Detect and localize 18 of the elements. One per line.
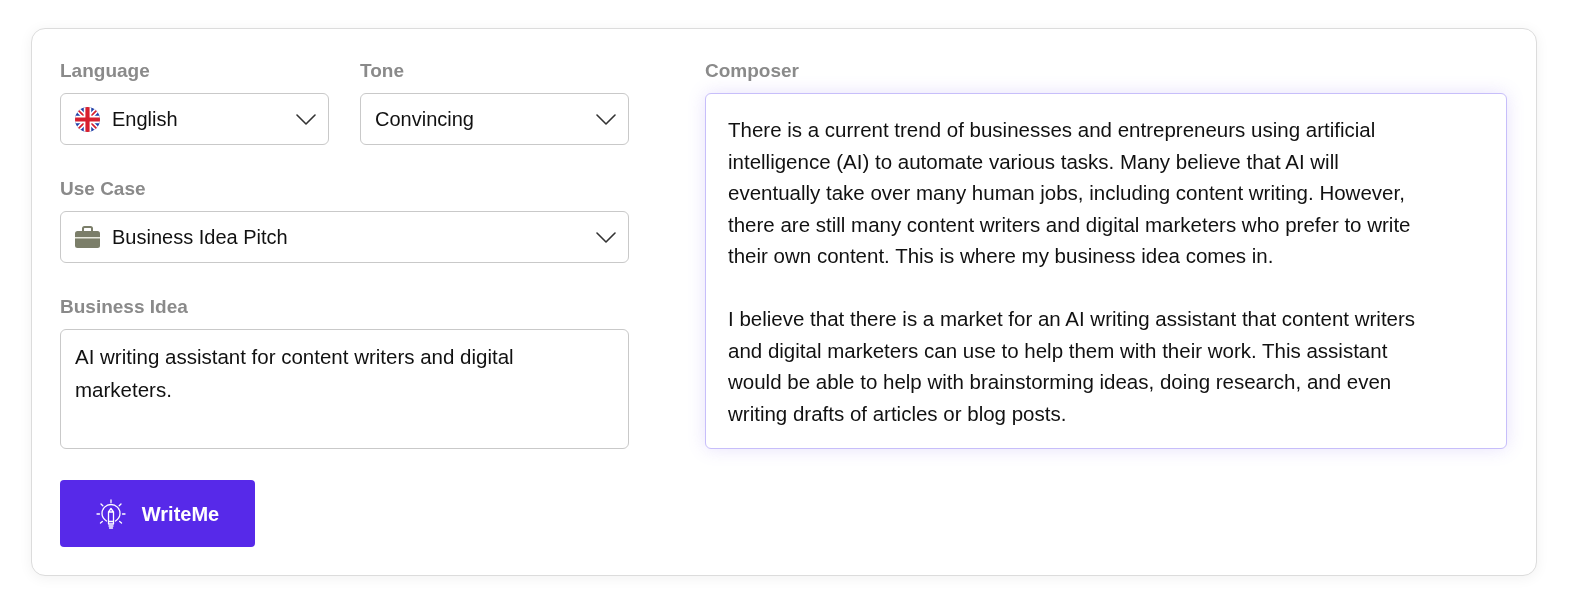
writeme-button[interactable]: WriteMe: [60, 480, 255, 547]
chevron-down-icon: [596, 113, 616, 125]
chevron-down-icon: [296, 113, 316, 125]
composer-paragraph: I believe that there is a market for an AI writing assistant that content writers and digital marketers can use to help them with their work. This assistant would be able to help with brainstorming ideas, doing research, and even writing drafts of articles or blog posts.: [728, 306, 1417, 427]
tone-select[interactable]: Convincing: [360, 93, 629, 145]
composer-paragraph: There is a current trend of businesses and entrepreneurs using artificial intelligence (AI) to automate various tasks. Many believe that AI will eventually take over many human jobs, including content writing. However, there are still many content writers and digital marketers who prefer to write their own content. This is where my business idea comes in.: [728, 117, 1412, 269]
composer-label: Composer: [705, 59, 800, 83]
field-label: Tone: [360, 59, 405, 83]
briefcase-icon: [75, 226, 100, 248]
language-select[interactable]: English: [60, 93, 329, 145]
use-case-select[interactable]: Business Idea Pitch: [60, 211, 629, 263]
business-idea-field[interactable]: AI writing assistant for content writers and digital marketers.: [60, 329, 629, 449]
chevron-down-icon: [596, 231, 616, 243]
field-label: Use Case: [60, 177, 147, 201]
field-label: Business Idea: [60, 295, 189, 319]
lightbulb-pencil-icon: [95, 498, 126, 529]
field-label: Language: [60, 59, 151, 83]
flag-icon: [75, 106, 100, 132]
